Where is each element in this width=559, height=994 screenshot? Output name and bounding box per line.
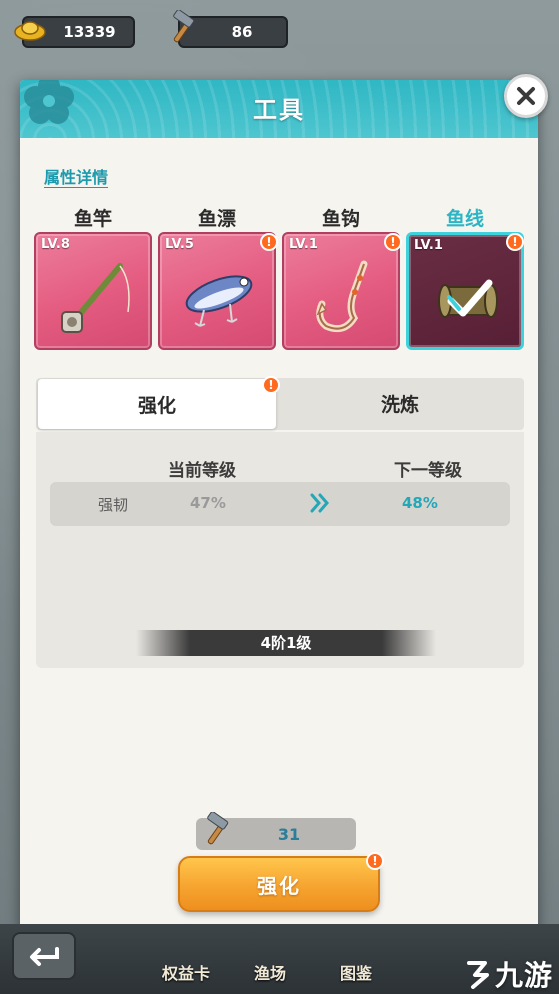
alert-badge: ! bbox=[260, 233, 278, 251]
close-icon bbox=[517, 87, 535, 105]
card-level: LV.5 bbox=[165, 237, 194, 252]
card-lure[interactable]: LV.5 bbox=[158, 232, 276, 350]
category-label-line: 鱼线 bbox=[445, 208, 484, 230]
tools-dialog: 工具 属性详情 鱼竿 鱼漂 鱼钩 鱼线 LV.8 LV.5 LV.1 LV.1 … bbox=[20, 80, 538, 930]
alert-badge: ! bbox=[366, 852, 384, 870]
tab-refine[interactable]: 洗炼 bbox=[280, 378, 520, 428]
dialog-title: 工具 bbox=[253, 96, 305, 124]
tab-bar: 强化 洗炼 bbox=[36, 378, 524, 430]
category-label-float: 鱼漂 bbox=[197, 208, 236, 230]
resource-bar: 13339 86 bbox=[0, 0, 559, 70]
lure-icon bbox=[185, 275, 253, 327]
next-level-header: 下一等级 bbox=[394, 461, 462, 481]
card-level: LV.1 bbox=[414, 238, 443, 253]
alert-badge: ! bbox=[384, 233, 402, 251]
card-fishing-rod[interactable]: LV.8 bbox=[34, 232, 152, 350]
nav-fishing-ground[interactable]: 渔场 bbox=[254, 960, 286, 984]
double-chevron-right-icon bbox=[310, 493, 329, 513]
hammer-icon bbox=[173, 10, 195, 43]
dialog-header: 工具 bbox=[20, 80, 538, 138]
tab-enhance[interactable]: 强化 bbox=[38, 379, 276, 429]
stat-current-value: 47% bbox=[190, 494, 226, 512]
gold-ingot-icon bbox=[14, 21, 46, 41]
card-level: LV.1 bbox=[289, 237, 318, 252]
attribute-details-link[interactable]: 属性详情 bbox=[44, 164, 108, 188]
card-level: LV.8 bbox=[41, 237, 70, 252]
tier-level-bar: 4阶1级 bbox=[136, 630, 436, 656]
current-level-header: 当前等级 bbox=[168, 461, 236, 481]
upgrade-cost-value: 31 bbox=[277, 824, 301, 844]
category-label-hook: 鱼钩 bbox=[321, 208, 360, 230]
enhance-button[interactable]: 强化 bbox=[178, 856, 380, 912]
nav-collection[interactable]: 图鉴 bbox=[340, 960, 372, 984]
hammer-icon bbox=[207, 812, 229, 845]
hammer-value: 86 bbox=[231, 23, 253, 41]
watermark: 九游 bbox=[465, 954, 553, 994]
back-button[interactable] bbox=[12, 932, 76, 980]
alert-badge: ! bbox=[506, 233, 524, 251]
back-arrow-icon bbox=[30, 947, 59, 966]
stat-name: 强韧 bbox=[98, 496, 129, 514]
card-fishing-line[interactable]: LV.1 bbox=[406, 232, 524, 350]
category-label-rod: 鱼竿 bbox=[73, 208, 112, 230]
card-hook[interactable]: LV.1 bbox=[282, 232, 400, 350]
stat-row: 强韧 47% 48% bbox=[50, 482, 510, 526]
close-button[interactable] bbox=[504, 74, 548, 118]
line-spool-icon bbox=[438, 279, 498, 318]
stat-next-value: 48% bbox=[402, 494, 438, 512]
fishing-rod-icon bbox=[61, 263, 130, 333]
hook-icon bbox=[316, 260, 368, 333]
stats-panel: 当前等级 下一等级 强韧 47% 48% 4阶1级 bbox=[36, 432, 524, 668]
nav-benefit-card[interactable]: 权益卡 bbox=[162, 960, 210, 984]
logo-icon bbox=[466, 961, 489, 989]
watermark-text: 九游 bbox=[494, 959, 553, 992]
gold-value: 13339 bbox=[63, 23, 116, 41]
alert-badge: ! bbox=[262, 376, 280, 394]
